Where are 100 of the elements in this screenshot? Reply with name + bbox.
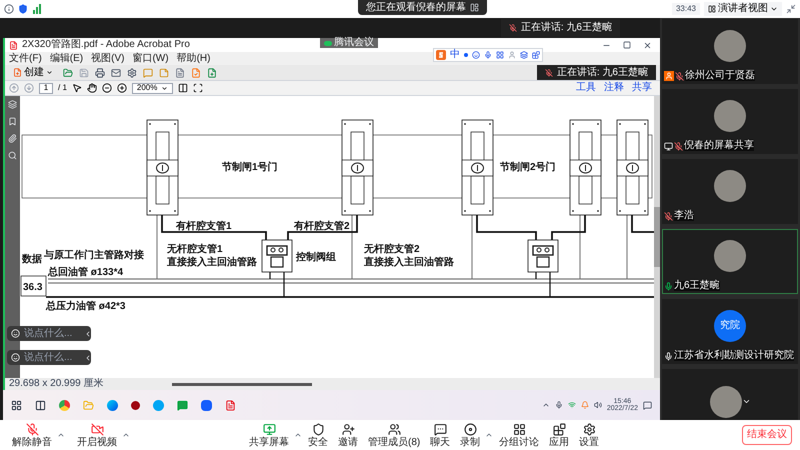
pages-icon[interactable] — [8, 100, 17, 109]
menu-item[interactable]: 帮助(H) — [176, 54, 210, 64]
maximize-icon[interactable] — [623, 40, 631, 50]
valve-drawing — [262, 240, 292, 272]
speaker-label: 正在讲话: 九6王楚畹 — [520, 23, 612, 33]
caret-icon — [770, 5, 778, 13]
muted-mic-icon — [544, 68, 553, 76]
print-icon[interactable] — [95, 68, 105, 78]
toolbar-button[interactable]: 管理成员(8) — [364, 422, 424, 448]
notification-icon[interactable] — [643, 400, 652, 410]
exit-fullscreen-icon[interactable] — [786, 4, 796, 14]
document-check-icon[interactable] — [191, 68, 201, 78]
users-icon — [388, 422, 401, 436]
view-mode-button[interactable]: 演讲者视图 — [704, 2, 782, 16]
pointer-icon[interactable] — [72, 83, 82, 93]
panel-link[interactable]: 工具 — [576, 83, 596, 93]
notice-text: 您正在观看倪春的屏幕 — [366, 2, 466, 12]
drawing-label: 与原工作门主管路对接 — [44, 250, 144, 261]
drawing-label: 直接接入主回油管路 — [364, 257, 454, 268]
wifi-icon[interactable] — [568, 401, 576, 409]
toolbar-button[interactable]: 开启视频 — [73, 422, 121, 448]
document-add-icon[interactable] — [207, 68, 217, 78]
fit-width-icon[interactable] — [178, 83, 188, 93]
zoom-out-icon[interactable] — [102, 83, 112, 93]
info-icon[interactable] — [4, 4, 14, 14]
grid-icon[interactable] — [532, 51, 540, 59]
hand-icon[interactable] — [86, 83, 97, 93]
end-meeting-button[interactable]: 结束会议 — [742, 425, 792, 445]
muted-mic-icon — [508, 24, 517, 32]
rod-pipe — [551, 215, 586, 240]
toolbar-button[interactable]: 安全 — [304, 422, 332, 448]
participant-tile[interactable]: 徐州公司于贤磊 — [662, 19, 798, 84]
toolbar-button[interactable]: 设置 — [575, 422, 604, 448]
participant-tile[interactable]: 九6王楚畹 — [662, 229, 798, 294]
volume-icon[interactable] — [594, 401, 602, 409]
menu-item[interactable]: 编辑(E) — [50, 54, 84, 64]
toolbar-button[interactable]: 解除静音 — [8, 422, 56, 448]
input-mode[interactable]: 中 — [450, 50, 460, 60]
muted-mic-icon — [26, 422, 38, 436]
chat-input[interactable]: 说点什么... — [7, 350, 91, 365]
menu-item[interactable]: 窗口(W) — [132, 54, 169, 64]
caret-icon[interactable] — [485, 431, 494, 439]
toolbar-button[interactable]: 分组讨论 — [495, 422, 544, 448]
panel-link[interactable]: 共享 — [632, 83, 652, 93]
panel-link[interactable]: 注释 — [604, 83, 624, 93]
participant-tile[interactable] — [662, 369, 798, 420]
microphone-icon[interactable] — [554, 401, 563, 409]
search-icon[interactable] — [8, 151, 17, 160]
page-total: / 1 — [58, 82, 67, 94]
bookmark-icon[interactable] — [8, 117, 17, 126]
toolbar-button[interactable]: 应用 — [545, 422, 574, 448]
participant-tile[interactable]: 究院 江苏省水利勘测设计研究院 — [662, 299, 798, 364]
menu-item[interactable]: 文件(F) — [9, 54, 42, 64]
drawing-label: 节制闸2号门 — [500, 162, 556, 173]
horizontal-scrollbar[interactable] — [172, 382, 312, 386]
drawing-label: 总回油管 ø133*4 — [48, 267, 124, 278]
toolbar-button[interactable]: 录制 — [456, 422, 484, 448]
page-number-field[interactable]: 1 — [39, 82, 53, 94]
zoom-in-icon[interactable] — [116, 83, 127, 93]
menu-item[interactable]: 视图(V) — [91, 54, 124, 64]
page-size: 29.698 x 20.999 厘米 — [9, 379, 104, 389]
window-title: 2X320管路图.pdf - Adobe Acrobat Pro — [22, 40, 190, 50]
record-icon — [464, 422, 477, 436]
open-folder-icon[interactable] — [63, 68, 73, 78]
caret-icon[interactable] — [122, 431, 130, 439]
blocks-icon — [552, 422, 566, 436]
zoom-dropdown[interactable]: 200% — [132, 82, 174, 94]
create-button[interactable]: 创建 — [9, 66, 57, 79]
participant-name: 徐州公司于贤磊 — [685, 71, 755, 81]
participant-name: 九6王楚畹 — [674, 281, 720, 291]
toolbar-button[interactable]: 邀请 — [334, 422, 362, 448]
toolbar-button[interactable]: 聊天 — [426, 422, 454, 448]
smiley-icon[interactable] — [472, 51, 480, 59]
participant-tile[interactable]: 李浩 — [662, 159, 798, 224]
caret-icon[interactable] — [542, 401, 550, 409]
close-icon[interactable] — [643, 40, 652, 50]
caret-icon[interactable] — [294, 431, 302, 439]
user-icon[interactable] — [508, 51, 516, 59]
document-icon[interactable] — [175, 68, 185, 78]
fit-page-icon[interactable] — [193, 83, 204, 93]
layers-icon[interactable] — [520, 51, 528, 59]
chat-input[interactable]: 说点什么... — [7, 326, 91, 341]
signal-icon[interactable] — [32, 4, 42, 14]
browser-icon[interactable] — [59, 400, 70, 410]
screen-share-icon — [262, 422, 276, 436]
attachment-icon[interactable] — [8, 134, 17, 143]
participant-tile[interactable]: 倪春的屏幕共享 — [662, 89, 798, 154]
mail-icon[interactable] — [111, 68, 121, 78]
task-view-icon[interactable] — [35, 400, 46, 410]
shield-icon[interactable] — [18, 4, 28, 14]
chat-icon — [434, 422, 447, 436]
settings-icon[interactable] — [127, 68, 137, 78]
microphone-icon[interactable] — [484, 51, 492, 59]
vertical-scrollbar[interactable] — [654, 207, 660, 267]
drawing-label: 无杆腔支管1 — [167, 244, 223, 255]
chevron-down-icon[interactable] — [742, 397, 750, 406]
chat-app-icon[interactable] — [177, 400, 188, 410]
pdf-app-icon[interactable] — [225, 400, 236, 410]
caret-icon[interactable] — [57, 431, 65, 439]
toolbar-button[interactable]: 共享屏幕 — [245, 422, 293, 448]
